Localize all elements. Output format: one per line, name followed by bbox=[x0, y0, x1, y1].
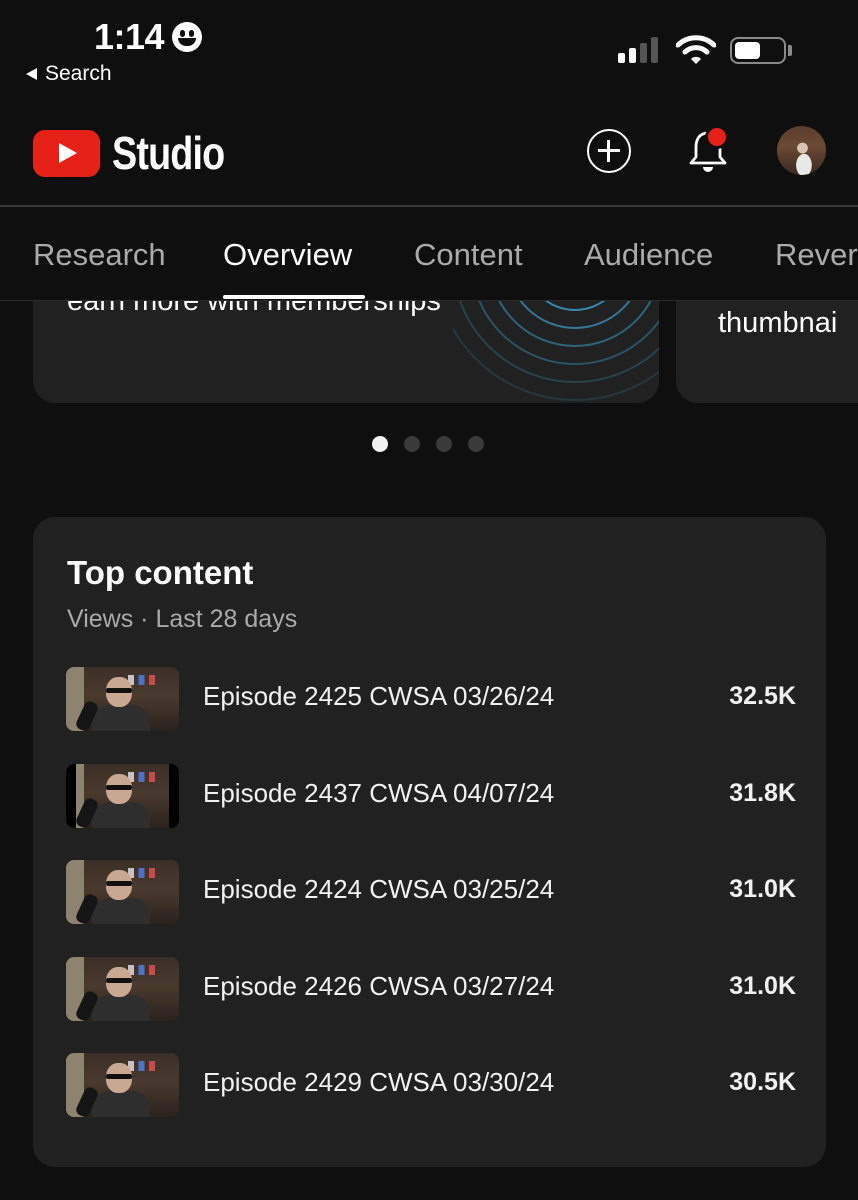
video-thumbnail bbox=[66, 667, 179, 731]
youtube-play-icon bbox=[33, 129, 100, 177]
card-title: Top content bbox=[67, 554, 254, 591]
video-title: Episode 2426 CWSA 03/27/24 bbox=[203, 971, 555, 1001]
carousel-pagination bbox=[372, 436, 484, 452]
video-title: Episode 2424 CWSA 03/25/24 bbox=[203, 874, 555, 904]
clock: 1:14 bbox=[94, 16, 165, 57]
back-to-search-button[interactable]: Search bbox=[26, 62, 112, 86]
back-label: Search bbox=[45, 62, 112, 85]
create-icon[interactable] bbox=[587, 129, 631, 173]
video-thumbnail bbox=[66, 1053, 179, 1117]
video-thumbnail bbox=[66, 764, 179, 828]
video-title: Episode 2425 CWSA 03/26/24 bbox=[203, 681, 555, 711]
carousel-dot-2[interactable] bbox=[404, 436, 420, 452]
carousel-dot-1[interactable] bbox=[372, 436, 388, 452]
app-name: Studio bbox=[112, 127, 225, 179]
tab-revenue[interactable]: Rever bbox=[775, 237, 858, 273]
list-item[interactable]: Episode 2425 CWSA 03/26/24 32.5K bbox=[66, 667, 796, 733]
video-title: Episode 2429 CWSA 03/30/24 bbox=[203, 1067, 555, 1097]
youtube-studio-logo[interactable]: Studio bbox=[33, 126, 249, 180]
top-content-card: Top content Views · Last 28 days Episode… bbox=[33, 517, 826, 1167]
carousel-dot-3[interactable] bbox=[436, 436, 452, 452]
notification-badge bbox=[705, 125, 729, 149]
video-thumbnail bbox=[66, 860, 179, 924]
tab-overview[interactable]: Overview bbox=[223, 237, 352, 273]
battery-tip bbox=[788, 45, 792, 56]
carousel-dot-4[interactable] bbox=[468, 436, 484, 452]
tab-research[interactable]: Research bbox=[33, 237, 166, 273]
view-count: 31.0K bbox=[729, 972, 796, 1000]
promo-title: thumbnai bbox=[718, 307, 838, 339]
battery-icon bbox=[730, 37, 786, 64]
video-title: Episode 2437 CWSA 04/07/24 bbox=[203, 778, 555, 808]
card-subtitle: Views · Last 28 days bbox=[67, 605, 298, 633]
video-thumbnail bbox=[66, 957, 179, 1021]
tab-bar: Research Overview Content Audience Rever bbox=[0, 207, 858, 301]
view-count: 31.8K bbox=[729, 779, 796, 807]
list-item[interactable]: Episode 2426 CWSA 03/27/24 31.0K bbox=[66, 957, 796, 1023]
active-tab-indicator bbox=[223, 295, 365, 299]
view-count: 31.0K bbox=[729, 875, 796, 903]
view-count: 30.5K bbox=[729, 1068, 796, 1096]
list-item[interactable]: Episode 2429 CWSA 03/30/24 30.5K bbox=[66, 1053, 796, 1119]
tab-content[interactable]: Content bbox=[414, 237, 523, 273]
list-item[interactable]: Episode 2424 CWSA 03/25/24 31.0K bbox=[66, 860, 796, 926]
tab-audience[interactable]: Audience bbox=[584, 237, 713, 273]
view-count: 32.5K bbox=[729, 682, 796, 710]
grinning-face-icon bbox=[172, 22, 203, 52]
account-avatar[interactable] bbox=[777, 126, 826, 175]
status-time: 1:14 bbox=[94, 16, 203, 58]
list-item[interactable]: Episode 2437 CWSA 04/07/24 31.8K bbox=[66, 764, 796, 830]
wifi-icon bbox=[676, 35, 716, 64]
cellular-signal-icon bbox=[618, 37, 658, 63]
back-arrow-icon bbox=[26, 68, 37, 80]
